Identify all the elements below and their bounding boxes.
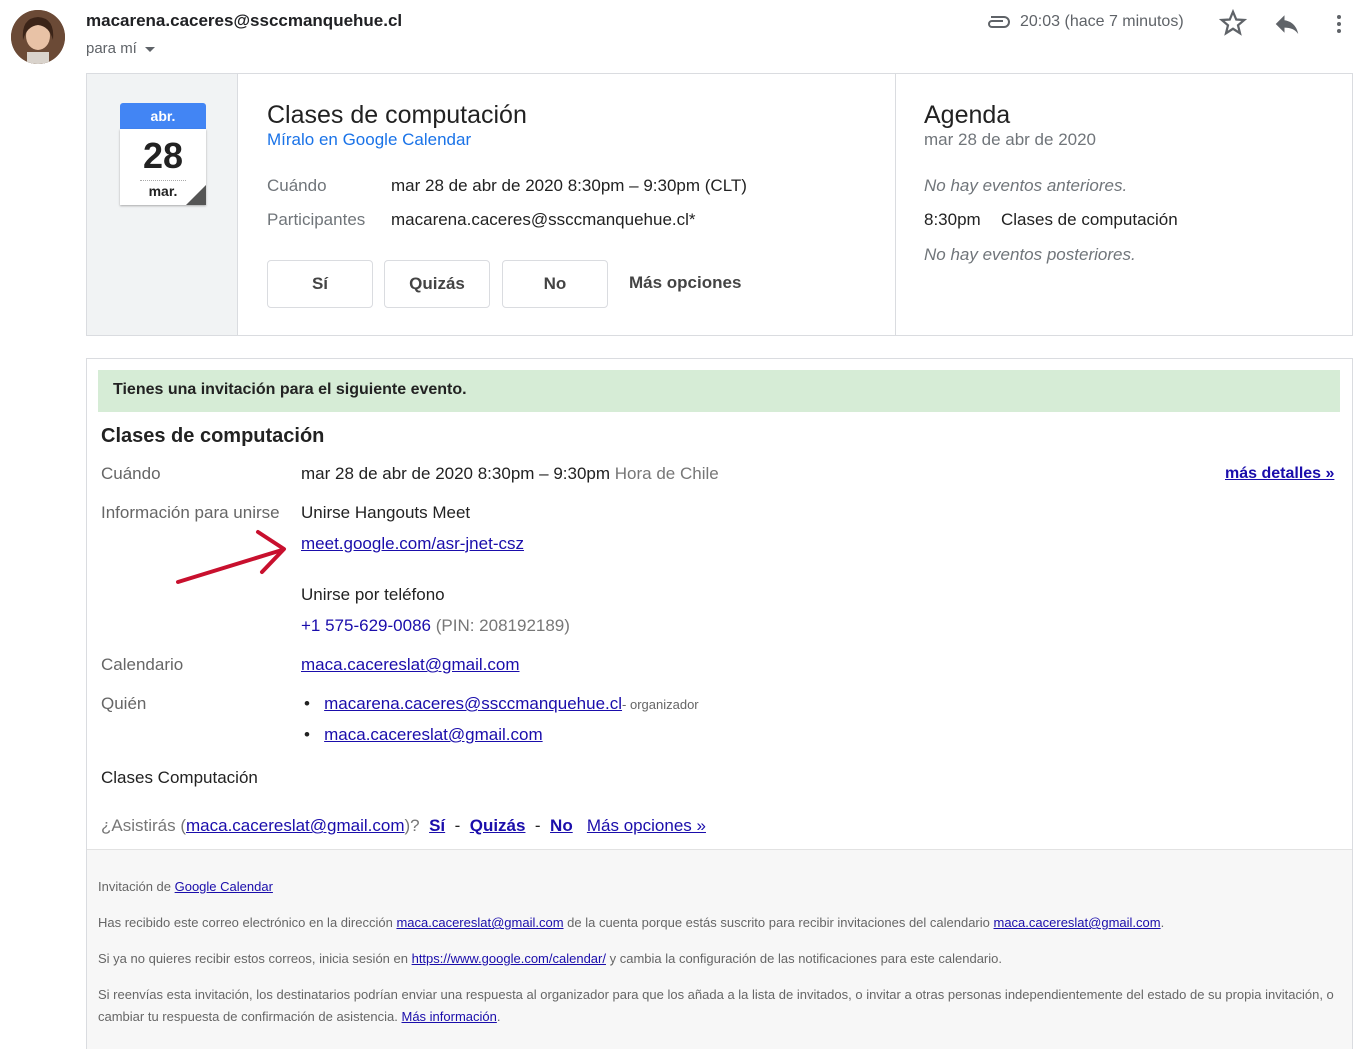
when-value-body: mar 28 de abr de 2020 8:30pm – 9:30pm Ho… (301, 464, 719, 484)
ask-prefix: ¿Asistirás ( (101, 816, 186, 835)
agenda-panel: Agenda mar 28 de abr de 2020 No hay even… (895, 74, 1352, 335)
annotation-arrow-icon (176, 530, 286, 584)
organizer-email-link[interactable]: macarena.caceres@ssccmanquehue.cl (324, 694, 622, 713)
footer-line-3: Si ya no quieres recibir estos correos, … (98, 948, 1338, 970)
when-label: Cuándo (267, 176, 327, 195)
invitation-notice: Tienes una invitación para el siguiente … (98, 370, 1340, 412)
agenda-no-previous: No hay eventos anteriores. (924, 176, 1128, 195)
calendar-email-link[interactable]: maca.cacereslat@gmail.com (301, 655, 520, 675)
rsvp-yes-button[interactable]: Sí (267, 260, 373, 308)
join-phone-title: Unirse por teléfono (301, 585, 445, 604)
event-description: Clases Computación (101, 768, 258, 787)
meet-link[interactable]: meet.google.com/asr-jnet-csz (301, 534, 524, 554)
calendar-divider (140, 180, 186, 181)
agenda-date: mar 28 de abr de 2020 (924, 130, 1097, 149)
join-meet-title: Unirse Hangouts Meet (301, 503, 471, 522)
avatar-photo (11, 10, 65, 64)
guests-value: macarena.caceres@ssccmanquehue.cl* (391, 210, 696, 229)
more-info-link[interactable]: Más información (402, 1009, 497, 1024)
ask-separator: - (454, 816, 461, 835)
when-datetime: mar 28 de abr de 2020 8:30pm – 9:30pm (301, 464, 611, 483)
join-info-label: Información para unirse (101, 503, 280, 522)
more-details-link[interactable]: más detalles » (1225, 465, 1334, 483)
calendar-page: 28 mar. (120, 129, 206, 205)
calendar-day: 28 (142, 135, 184, 176)
invitation-body: Tienes una invitación para el siguiente … (86, 358, 1353, 1049)
footer-text: Has recibido este correo electrónico en … (98, 915, 397, 930)
who-label: Quién (101, 694, 147, 713)
google-calendar-link[interactable]: Google Calendar (175, 879, 273, 894)
organizer-role: - organizador (622, 697, 699, 712)
more-vert-icon[interactable] (1328, 9, 1350, 39)
guest-email-link[interactable]: maca.cacereslat@gmail.com (324, 725, 543, 744)
when-timezone: Hora de Chile (614, 464, 719, 483)
footer-text: . (496, 1009, 501, 1024)
footer-line-2: Has recibido este correo electrónico en … (98, 912, 1338, 934)
footer-calendar-link[interactable]: maca.cacereslat@gmail.com (994, 915, 1161, 930)
footer-text: y cambia la configuración de las notific… (605, 951, 1002, 966)
agenda-title: Agenda (924, 101, 1011, 129)
calendar-date-panel: abr. 28 mar. (87, 74, 238, 335)
agenda-event-title[interactable]: Clases de computación (1001, 210, 1178, 230)
invitation-footer: Invitación de Google Calendar Has recibi… (87, 849, 1352, 1049)
rsvp-maybe-button[interactable]: Quizás (384, 260, 490, 308)
agenda-no-next: No hay eventos posteriores. (924, 245, 1136, 264)
recipient-label: para mí (86, 40, 137, 57)
view-in-calendar-link[interactable]: Míralo en Google Calendar (267, 130, 471, 150)
guests-label: Participantes (267, 210, 366, 229)
ask-yes-link[interactable]: Sí (429, 816, 445, 835)
footer-text: de la cuenta porque estás suscrito para … (563, 915, 994, 930)
when-value: mar 28 de abr de 2020 8:30pm – 9:30pm (C… (391, 176, 747, 195)
footer-email-link[interactable]: maca.cacereslat@gmail.com (396, 915, 563, 930)
when-label-body: Cuándo (101, 464, 161, 483)
calendar-month: abr. (120, 103, 206, 129)
recipient-dropdown[interactable]: para mí (86, 40, 155, 57)
ask-maybe-link[interactable]: Quizás (470, 816, 526, 835)
sender-avatar[interactable] (11, 10, 65, 64)
calendar-label: Calendario (101, 655, 184, 674)
event-title: Clases de computación (267, 101, 527, 129)
reply-icon[interactable] (1272, 9, 1302, 39)
footer-text: Si reenvías esta invitación, los destina… (98, 987, 1334, 1024)
footer-text: . (1160, 915, 1165, 930)
attachment-icon (988, 16, 1010, 28)
rsvp-question: ¿Asistirás (maca.cacereslat@gmail.com)? … (101, 816, 706, 836)
calendar-settings-link[interactable]: https://www.google.com/calendar/ (412, 951, 606, 966)
guest-list-item: • maca.cacereslat@gmail.com (304, 725, 543, 744)
guest-list-item: • macarena.caceres@ssccmanquehue.cl- org… (304, 694, 699, 713)
rsvp-no-button[interactable]: No (502, 260, 608, 308)
calendar-date-icon: abr. 28 mar. (120, 103, 206, 205)
ask-email-link[interactable]: maca.cacereslat@gmail.com (186, 816, 405, 835)
join-phone-line: +1 575-629-0086 (PIN: 208192189) (301, 616, 570, 636)
ask-no-link[interactable]: No (550, 816, 573, 835)
footer-text: Si ya no quieres recibir estos correos, … (98, 951, 412, 966)
page-fold-icon (186, 185, 206, 205)
ask-more-options-link[interactable]: Más opciones » (587, 816, 706, 835)
ask-suffix: )? (404, 816, 420, 835)
footer-text: Invitación de (98, 879, 175, 894)
footer-line-1: Invitación de Google Calendar (98, 876, 1338, 898)
footer-line-4: Si reenvías esta invitación, los destina… (98, 984, 1338, 1028)
invitation-card: abr. 28 mar. Clases de computación Míral… (86, 73, 1353, 336)
phone-pin: (PIN: 208192189) (435, 616, 570, 635)
rsvp-more-options-button[interactable]: Más opciones (629, 273, 741, 293)
caret-down-icon (144, 46, 155, 52)
agenda-event-time: 8:30pm (924, 210, 981, 229)
event-title-body: Clases de computación (101, 425, 325, 447)
sender-email[interactable]: macarena.caceres@ssccmanquehue.cl (86, 11, 402, 31)
message-time: 20:03 (hace 7 minutos) (1020, 13, 1184, 30)
phone-number-link[interactable]: +1 575-629-0086 (301, 616, 431, 635)
ask-separator: - (534, 816, 541, 835)
star-icon[interactable] (1218, 8, 1248, 38)
